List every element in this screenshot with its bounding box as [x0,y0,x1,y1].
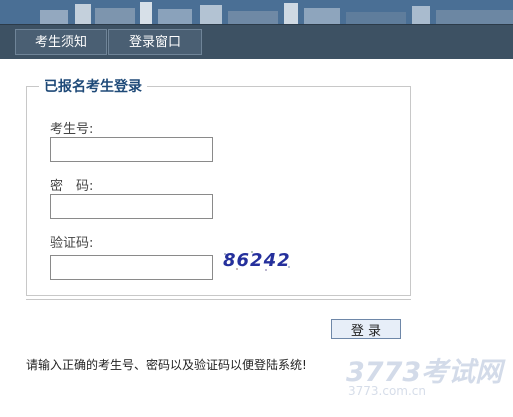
tab-login-window[interactable]: 登录窗口 [108,29,202,55]
watermark-url-text: 3773.com.cn [348,384,426,398]
city-skyline-image [0,0,513,24]
login-button[interactable]: 登 录 [331,319,401,339]
fieldset-divider [26,299,411,300]
watermark-logo: 3773考试网 3773.com.cn [346,350,506,400]
candidate-no-label: 考生号: [50,122,94,137]
header-banner [0,0,513,24]
login-fieldset-legend: 已报名考生登录 [39,76,147,96]
top-nav: 考生须知 登录窗口 [0,24,513,59]
candidate-no-input[interactable] [50,137,213,162]
captcha-input[interactable] [50,255,213,280]
login-instructions: 请输入正确的考生号、密码以及验证码以便登陆系统! [26,358,307,372]
password-label: 密 码: [50,179,94,194]
captcha-text: 86242 [223,250,291,271]
password-input[interactable] [50,194,213,219]
captcha-label: 验证码: [50,236,94,251]
captcha-image[interactable]: 86242 [219,249,295,273]
tab-candidate-notice[interactable]: 考生须知 [15,29,107,55]
